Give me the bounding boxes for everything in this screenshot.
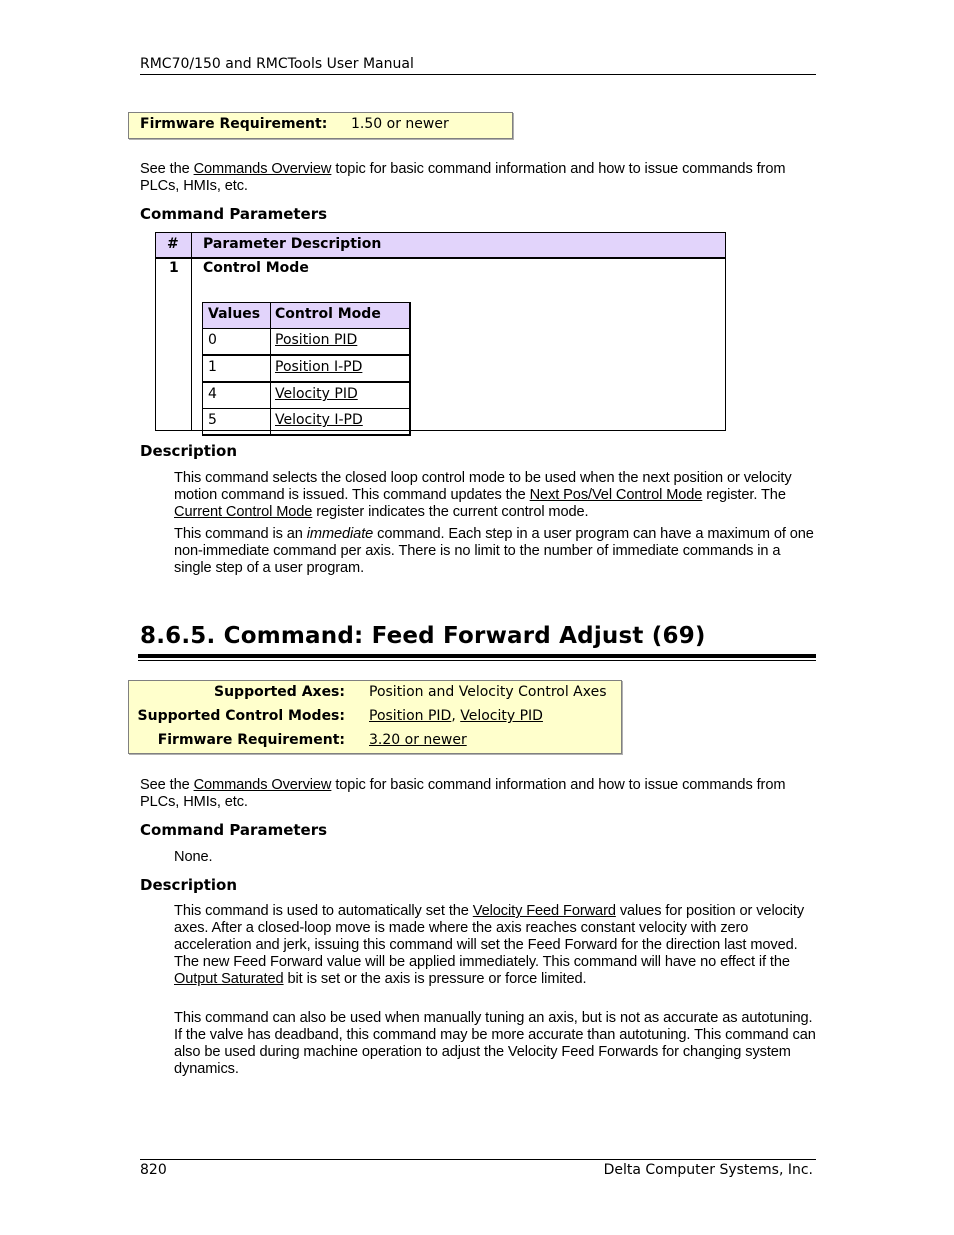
company-name: Delta Computer Systems, Inc. [603,1162,813,1178]
description-paragraph: This command is an immediate command. Ea… [174,526,819,577]
header-control-mode: Control Mode [275,306,381,322]
command-parameters-heading: Command Parameters [140,205,328,223]
title-rule-thin [138,660,816,661]
table-row: 0 Position PID [203,328,409,354]
description-heading: Description [140,442,238,460]
table-row: 4 Velocity PID [203,381,409,408]
header-number: # [167,236,179,252]
supported-axes-value: Position and Velocity Control Axes [369,684,607,700]
page-number: 820 [140,1162,167,1178]
paragraph-text: register. The [702,487,786,503]
current-control-mode-link[interactable]: Current Control Mode [174,504,312,520]
firmware-requirement-label: Firmware Requirement: [140,116,328,132]
header-parameter-description: Parameter Description [203,236,382,252]
table-row: 1 Position I-PD [203,354,409,381]
header-values: Values [208,306,261,322]
value-cell: 0 [208,332,217,348]
section-title: 8.6.5. Command: Feed Forward Adjust (69) [140,623,706,649]
firmware-requirement-link[interactable]: 3.20 or newer [369,732,467,748]
supported-axes-label: Supported Axes: [214,684,345,700]
parameter-name: Control Mode [203,260,309,276]
commands-overview-link[interactable]: Commands Overview [194,777,332,793]
paragraph-text: This command is used to automatically se… [174,903,473,919]
command-info-box: Supported Axes: Position and Velocity Co… [128,680,622,754]
footer-divider [140,1159,816,1160]
output-saturated-link[interactable]: Output Saturated [174,971,284,987]
parameter-number: 1 [169,260,179,276]
next-pos-vel-control-mode-link[interactable]: Next Pos/Vel Control Mode [530,487,703,503]
emphasis-text: immediate [306,526,374,542]
firmware-requirement-value: 1.50 or newer [351,116,449,132]
paragraph-text: bit is set or the axis is pressure or fo… [283,971,587,987]
note-text: See the [140,777,194,793]
paragraph-text: This command is an [174,526,307,542]
commands-overview-note: See the Commands Overview topic for basi… [140,777,800,811]
description-paragraph: This command can also be used when manua… [174,1010,816,1077]
value-cell: 1 [208,359,217,375]
description-paragraph: This command selects the closed loop con… [174,470,819,521]
commands-overview-note: See the Commands Overview topic for basi… [140,161,800,195]
commands-overview-link[interactable]: Commands Overview [194,161,332,177]
paragraph-text: register indicates the current control m… [312,504,589,520]
table-row: 5 Velocity I-PD [203,408,409,434]
control-mode-values-table: Values Control Mode 0 Position PID 1 Pos… [202,302,411,436]
manual-title: RMC70/150 and RMCTools User Manual [140,56,414,72]
header-divider [140,74,816,75]
value-cell: 5 [208,412,217,428]
column-divider [191,233,192,430]
description-paragraph: This command is used to automatically se… [174,903,819,988]
value-cell: 4 [208,386,217,402]
position-i-pd-link[interactable]: Position I-PD [275,359,362,375]
firmware-requirement-label: Firmware Requirement: [157,732,345,748]
separator: , [451,708,461,724]
title-rule-thick [138,654,816,658]
description-heading: Description [140,876,238,894]
supported-control-modes-value: Position PID, Velocity PID [369,708,543,724]
note-text: See the [140,161,194,177]
firmware-requirement-box: Firmware Requirement: 1.50 or newer [128,112,513,139]
velocity-pid-link[interactable]: Velocity PID [275,386,358,402]
values-table-header: Values Control Mode [203,303,409,328]
velocity-i-pd-link[interactable]: Velocity I-PD [275,412,363,428]
velocity-feed-forward-link[interactable]: Velocity Feed Forward [473,903,616,919]
velocity-pid-link[interactable]: Velocity PID [460,708,543,724]
position-pid-link[interactable]: Position PID [369,708,451,724]
position-pid-link[interactable]: Position PID [275,332,357,348]
supported-control-modes-label: Supported Control Modes: [137,708,345,724]
parameters-none-text: None. [174,849,213,865]
command-parameters-heading: Command Parameters [140,821,328,839]
